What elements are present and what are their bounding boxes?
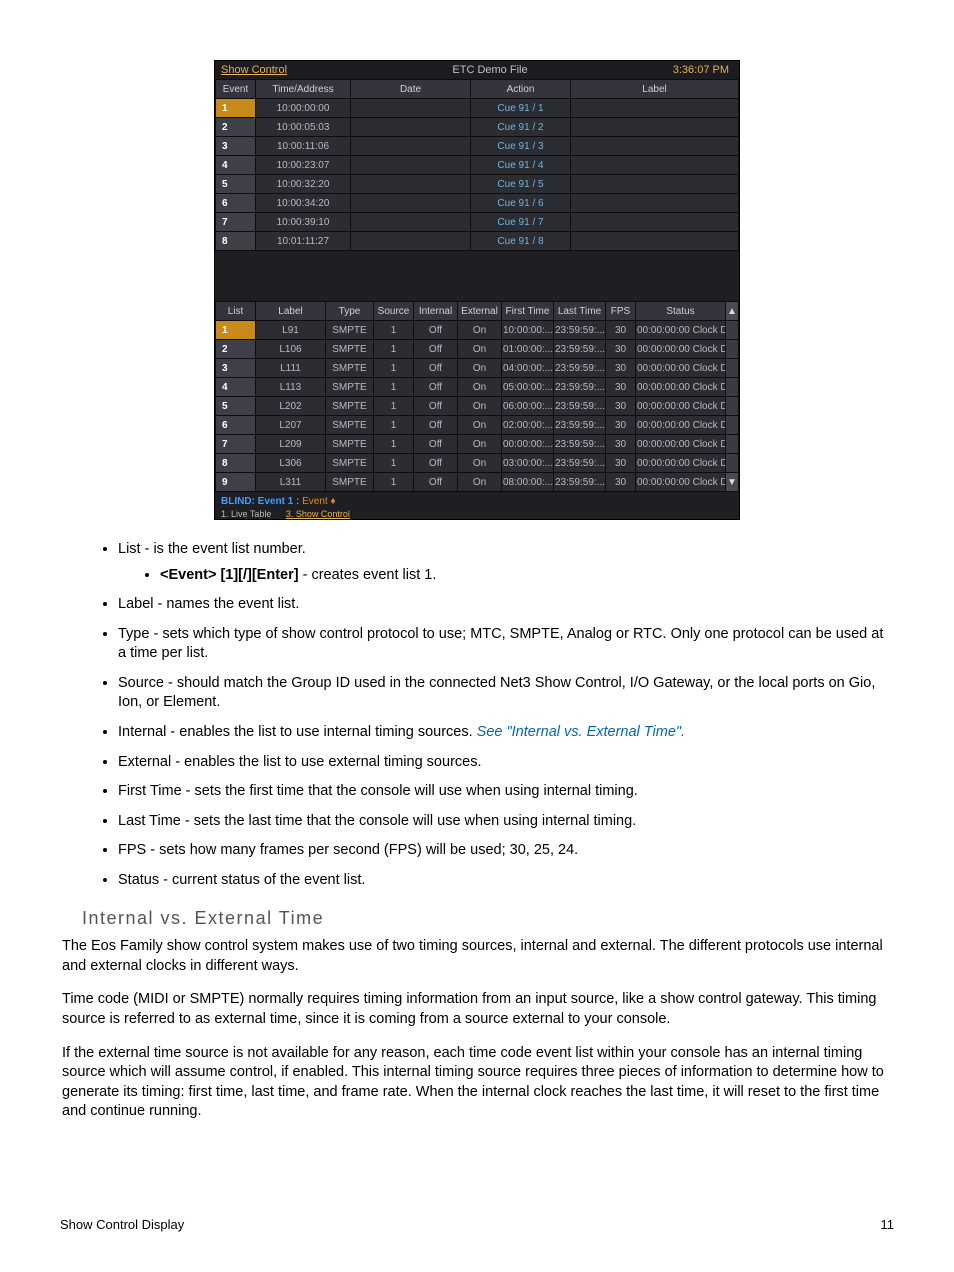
section-heading: Internal vs. External Time: [82, 908, 894, 929]
list-row[interactable]: 4L113SMPTE1OffOn05:00:00:...23:59:59:...…: [216, 378, 739, 397]
list-row[interactable]: 6L207SMPTE1OffOn02:00:00:...23:59:59:...…: [216, 416, 739, 435]
list-row[interactable]: 8L306SMPTE1OffOn03:00:00:...23:59:59:...…: [216, 454, 739, 473]
col-action[interactable]: Action: [471, 80, 571, 99]
para-1: The Eos Family show control system makes…: [60, 937, 894, 976]
cmd-event: Event ♦: [302, 496, 335, 507]
cmd-blind: BLIND: Event 1 :: [221, 496, 299, 507]
desc-status: Status - current status of the event lis…: [118, 871, 894, 891]
list-row[interactable]: 2L106SMPTE1OffOn01:00:00:...23:59:59:...…: [216, 340, 739, 359]
list-row[interactable]: 5L202SMPTE1OffOn06:00:00:...23:59:59:...…: [216, 397, 739, 416]
field-descriptions: List - is the event list number. <Event>…: [118, 540, 894, 890]
event-row[interactable]: 310:00:11:06Cue 91 / 3: [216, 137, 739, 156]
list-table[interactable]: ListLabelTypeSourceInternalExternalFirst…: [215, 301, 739, 492]
footer-left: Show Control Display: [60, 1217, 184, 1232]
col-type[interactable]: Type: [326, 302, 374, 321]
desc-lasttime: Last Time - sets the last time that the …: [118, 812, 894, 832]
desc-type: Type - sets which type of show control p…: [118, 625, 894, 664]
app-screenshot: Show Control ETC Demo File 3:36:07 PM Ev…: [214, 60, 740, 520]
event-row[interactable]: 210:00:05:03Cue 91 / 2: [216, 118, 739, 137]
event-row[interactable]: 110:00:00:00Cue 91 / 1: [216, 99, 739, 118]
list-row[interactable]: 7L209SMPTE1OffOn00:00:00:...23:59:59:...…: [216, 435, 739, 454]
desc-external: External - enables the list to use exter…: [118, 753, 894, 773]
col-time-address[interactable]: Time/Address: [256, 80, 351, 99]
titlebar: Show Control ETC Demo File 3:36:07 PM: [215, 61, 739, 79]
event-row[interactable]: 810:01:11:27Cue 91 / 8: [216, 232, 739, 251]
col-first-time[interactable]: First Time: [502, 302, 554, 321]
tab-showcontrol[interactable]: 3. Show Control: [280, 509, 356, 519]
event-row[interactable]: 710:00:39:10Cue 91 / 7: [216, 213, 739, 232]
event-row[interactable]: 510:00:32:20Cue 91 / 5: [216, 175, 739, 194]
desc-firsttime: First Time - sets the first time that th…: [118, 782, 894, 802]
desc-fps: FPS - sets how many frames per second (F…: [118, 841, 894, 861]
col-label[interactable]: Label: [256, 302, 326, 321]
col-fps[interactable]: FPS: [606, 302, 636, 321]
col-list[interactable]: List: [216, 302, 256, 321]
desc-internal: Internal - enables the list to use inter…: [118, 723, 894, 743]
command-line: BLIND: Event 1 : Event ♦: [215, 492, 739, 509]
desc-list: List - is the event list number. <Event>…: [118, 540, 894, 585]
footer-right: 11: [881, 1217, 895, 1232]
title-left: Show Control: [215, 64, 341, 76]
desc-list-example: <Event> [1][/][Enter] - creates event li…: [160, 566, 894, 586]
event-row[interactable]: 610:00:34:20Cue 91 / 6: [216, 194, 739, 213]
desc-source: Source - should match the Group ID used …: [118, 674, 894, 713]
col-label[interactable]: Label: [571, 80, 739, 99]
event-row[interactable]: 410:00:23:07Cue 91 / 4: [216, 156, 739, 175]
list-row[interactable]: 3L111SMPTE1OffOn04:00:00:...23:59:59:...…: [216, 359, 739, 378]
list-row[interactable]: 9L311SMPTE1OffOn08:00:00:...23:59:59:...…: [216, 473, 739, 492]
tab-bar: 1. Live Table 3. Show Control: [215, 509, 739, 519]
col-status[interactable]: Status: [636, 302, 726, 321]
page-footer: Show Control Display 11: [60, 1217, 894, 1232]
list-row[interactable]: 1L91SMPTE1OffOn10:00:00:...23:59:59:...3…: [216, 321, 739, 340]
para-2: Time code (MIDI or SMPTE) normally requi…: [60, 990, 894, 1029]
event-table[interactable]: EventTime/AddressDateActionLabel 110:00:…: [215, 79, 739, 251]
para-3: If the external time source is not avail…: [60, 1044, 894, 1122]
tab-live[interactable]: 1. Live Table: [215, 509, 277, 519]
col-source[interactable]: Source: [374, 302, 414, 321]
title-center: ETC Demo File: [341, 64, 639, 76]
col-last-time[interactable]: Last Time: [554, 302, 606, 321]
link-internal-external[interactable]: See "Internal vs. External Time".: [477, 724, 685, 740]
col-internal[interactable]: Internal: [414, 302, 458, 321]
scroll-up-icon[interactable]: ▲: [726, 302, 739, 321]
desc-label: Label - names the event list.: [118, 595, 894, 615]
col-event[interactable]: Event: [216, 80, 256, 99]
col-date[interactable]: Date: [351, 80, 471, 99]
scroll-down-icon[interactable]: ▼: [726, 473, 739, 492]
col-external[interactable]: External: [458, 302, 502, 321]
title-clock: 3:36:07 PM: [639, 64, 739, 76]
